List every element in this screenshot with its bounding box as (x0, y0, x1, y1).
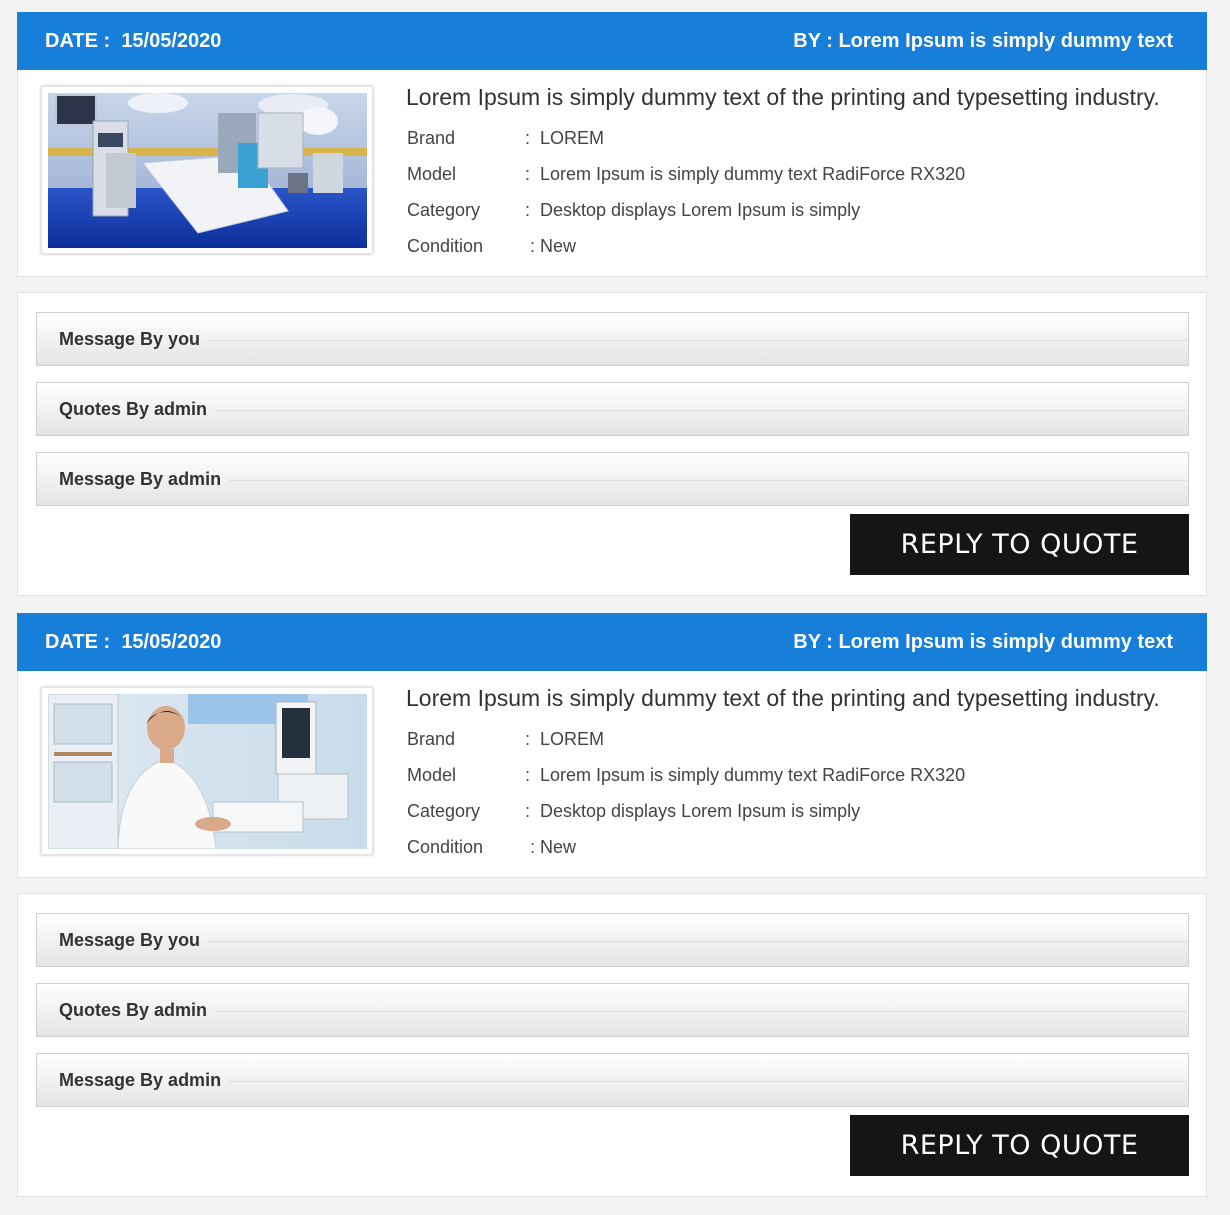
spec-value: New (540, 837, 577, 857)
quote-date: DATE : 15/05/2020 (45, 630, 222, 653)
spec-value: Lorem Ipsum is simply dummy text RadiFor… (540, 164, 966, 184)
spec-separator: : (525, 128, 531, 148)
quote-date: DATE : 15/05/2020 (45, 29, 222, 52)
quote-author: BY : Lorem Ipsum is simply dummy text (793, 630, 1173, 653)
message-row-label: Message By admin (59, 1069, 222, 1090)
spec-value: Desktop displays Lorem Ipsum is simply (540, 200, 861, 220)
spec-value: LOREM (540, 729, 605, 749)
quote-block: DATE : 15/05/2020 BY : Lorem Ipsum is si… (17, 613, 1207, 1197)
spec-label: Condition (407, 236, 484, 256)
message-by-you-row[interactable]: Message By you (36, 913, 1189, 967)
product-title: Lorem Ipsum is simply dummy text of the … (406, 84, 1160, 110)
product-thumbnail[interactable] (41, 687, 373, 855)
quote-block: DATE : 15/05/2020 BY : Lorem Ipsum is si… (17, 12, 1207, 596)
spec-separator: : (525, 837, 536, 857)
spec-row-condition: Condition : New (407, 837, 965, 873)
date-value: 15/05/2020 (121, 630, 222, 653)
spec-separator: : (525, 729, 531, 749)
divider (208, 339, 1187, 341)
message-row-label: Message By you (59, 929, 201, 950)
quotes-by-admin-row[interactable]: Quotes By admin (36, 382, 1189, 436)
spec-label: Brand (407, 128, 456, 148)
message-row-label: Quotes By admin (59, 999, 208, 1020)
message-row-label: Message By admin (59, 468, 222, 489)
spec-row-brand: Brand : LOREM (407, 729, 965, 765)
quotes-by-admin-row[interactable]: Quotes By admin (36, 983, 1189, 1037)
date-value: 15/05/2020 (121, 29, 222, 52)
product-specs: Brand : LOREM Model : Lorem Ipsum is sim… (407, 729, 965, 873)
quote-header: DATE : 15/05/2020 BY : Lorem Ipsum is si… (17, 12, 1207, 70)
spec-separator: : (525, 164, 531, 184)
product-card: Lorem Ipsum is simply dummy text of the … (17, 671, 1207, 878)
spec-value: Lorem Ipsum is simply dummy text RadiFor… (540, 765, 966, 785)
spec-label: Model (407, 765, 457, 785)
spec-label: Condition (407, 837, 484, 857)
product-card: Lorem Ipsum is simply dummy text of the … (17, 70, 1207, 277)
spec-separator: : (525, 200, 531, 220)
message-by-admin-row[interactable]: Message By admin (36, 452, 1189, 506)
reply-to-quote-button[interactable]: REPLY TO QUOTE (850, 514, 1189, 575)
product-specs: Brand : LOREM Model : Lorem Ipsum is sim… (407, 128, 965, 272)
quote-header: DATE : 15/05/2020 BY : Lorem Ipsum is si… (17, 613, 1207, 671)
spec-value: Desktop displays Lorem Ipsum is simply (540, 801, 861, 821)
spec-label: Category (407, 801, 481, 821)
spec-row-model: Model : Lorem Ipsum is simply dummy text… (407, 765, 965, 801)
spec-value: New (540, 236, 577, 256)
divider (208, 940, 1187, 942)
spec-value: LOREM (540, 128, 605, 148)
messages-card: Message By you Quotes By admin Message B… (17, 292, 1207, 596)
spec-label: Brand (407, 729, 456, 749)
doctor-ultrasound-photo (48, 694, 367, 849)
product-thumbnail[interactable] (41, 86, 373, 254)
quote-author: BY : Lorem Ipsum is simply dummy text (793, 29, 1173, 52)
message-by-admin-row[interactable]: Message By admin (36, 1053, 1189, 1107)
operating-room-photo (48, 93, 367, 248)
reply-to-quote-button[interactable]: REPLY TO QUOTE (850, 1115, 1189, 1176)
divider (215, 1010, 1187, 1012)
messages-card: Message By you Quotes By admin Message B… (17, 893, 1207, 1197)
divider (215, 409, 1187, 411)
divider (229, 479, 1187, 481)
message-by-you-row[interactable]: Message By you (36, 312, 1189, 366)
product-title: Lorem Ipsum is simply dummy text of the … (406, 685, 1160, 711)
spec-separator: : (525, 765, 531, 785)
message-row-label: Quotes By admin (59, 398, 208, 419)
spec-row-model: Model : Lorem Ipsum is simply dummy text… (407, 164, 965, 200)
spec-label: Category (407, 200, 481, 220)
spec-row-category: Category : Desktop displays Lorem Ipsum … (407, 200, 965, 236)
spec-row-condition: Condition : New (407, 236, 965, 272)
spec-separator: : (525, 801, 531, 821)
spec-row-category: Category : Desktop displays Lorem Ipsum … (407, 801, 965, 837)
spec-label: Model (407, 164, 457, 184)
message-row-label: Message By you (59, 328, 201, 349)
spec-row-brand: Brand : LOREM (407, 128, 965, 164)
spec-separator: : (525, 236, 536, 256)
divider (229, 1080, 1187, 1082)
